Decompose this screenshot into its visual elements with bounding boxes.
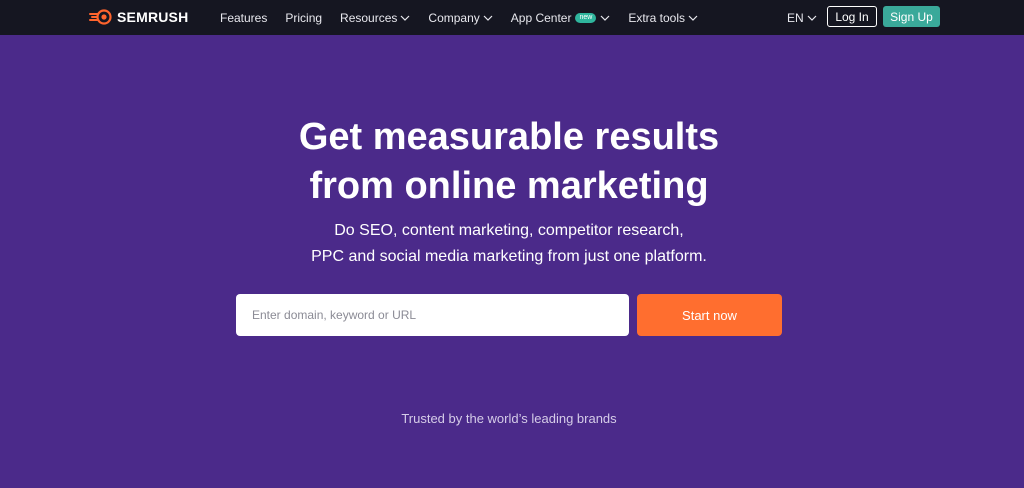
hero-subheading-line-1: Do SEO, content marketing, competitor re… [334,222,684,239]
nav-features-label: Features [220,10,268,25]
nav-app-center-label: App Center [510,10,572,25]
hero-headline-line-1: Get measurable results [298,116,720,158]
semrush-logo[interactable]: SEMRUSH [89,8,188,26]
main-nav: Features Pricing Resources Company App C… [220,0,716,35]
hero-subheading: Do SEO, content marketing, competitor re… [0,218,1018,270]
nav-pricing-label: Pricing [285,10,323,25]
nav-features[interactable]: Features [220,11,267,25]
nav-resources[interactable]: Resources [340,11,410,25]
hero-headline: Get measurable results from online marke… [0,113,1018,211]
chevron-down-icon [483,15,493,21]
trusted-brands-text: Trusted by the world’s leading brands [401,411,617,426]
language-selector[interactable]: EN [787,0,817,35]
top-navigation-bar: SEMRUSH Features Pricing Resources Compa… [0,0,1024,35]
chevron-down-icon [400,15,410,21]
nav-extra-tools-label: Extra tools [628,10,686,25]
chevron-down-icon [807,15,817,21]
nav-pricing[interactable]: Pricing [285,11,322,25]
nav-extra-tools[interactable]: Extra tools [628,11,698,25]
language-label: EN [787,10,804,25]
chevron-down-icon [600,15,610,21]
nav-company[interactable]: Company [428,10,493,25]
domain-search-input[interactable] [236,294,629,336]
nav-resources-label: Resources [340,10,398,25]
nav-app-center[interactable]: App Center new [511,11,611,25]
hero-section: Get measurable results from online marke… [0,35,1024,488]
hero-headline-line-2: from online marketing [309,165,709,207]
brand-name: SEMRUSH [117,9,189,25]
semrush-logo-icon [89,9,112,25]
nav-company-label: Company [428,10,480,25]
start-now-button[interactable]: Start now [637,294,782,336]
hero-subheading-line-2: PPC and social media marketing from just… [311,248,707,265]
chevron-down-icon [688,15,698,21]
signup-button[interactable]: Sign Up [883,6,940,27]
login-button[interactable]: Log In [827,6,877,27]
new-badge: new [575,12,597,23]
